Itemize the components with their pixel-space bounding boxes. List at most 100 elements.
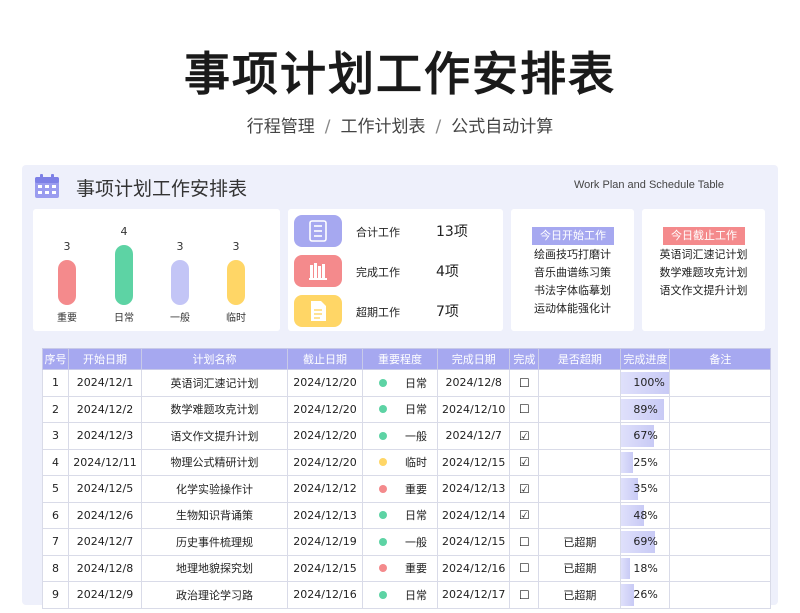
- done-checkbox-cell: ☐: [509, 395, 540, 423]
- column-header[interactable]: 完成日期: [436, 348, 511, 370]
- done-checkbox[interactable]: ☐: [519, 561, 530, 575]
- row-number: 2: [42, 395, 69, 423]
- progress-value: 100%: [633, 376, 665, 390]
- progress-cell: 69%: [620, 528, 671, 556]
- done-checkbox[interactable]: ☑: [519, 455, 530, 469]
- note-cell[interactable]: [669, 448, 772, 476]
- importance-label: 重要: [405, 562, 427, 576]
- done-checkbox[interactable]: ☑: [519, 482, 530, 496]
- main-title: 事项计划工作安排表: [184, 47, 616, 101]
- done-checkbox-cell: ☐: [509, 528, 540, 556]
- plan-name: 语文作文提升计划: [141, 422, 288, 450]
- progress-cell: 18%: [620, 554, 671, 582]
- due-date: 2024/12/12: [287, 475, 363, 503]
- column-header[interactable]: 截止日期: [287, 348, 363, 370]
- note-cell[interactable]: [669, 554, 772, 582]
- table-row[interactable]: 5 2024/12/5 化学实验操作计 2024/12/12 重要 2024/12/13 ☑…: [42, 475, 772, 503]
- done-checkbox[interactable]: ☑: [519, 429, 530, 443]
- importance-cell: 重要: [362, 475, 438, 503]
- importance-label: 重要: [405, 482, 427, 496]
- done-checkbox[interactable]: ☐: [519, 588, 530, 602]
- plan-name: 化学实验操作计: [141, 475, 288, 503]
- completion-date: 2024/12/8: [436, 369, 511, 397]
- table-row[interactable]: 4 2024/12/11 物理公式精研计划 2024/12/20 临时 2024/12/1…: [42, 448, 772, 476]
- table-row[interactable]: 2 2024/12/2 数学难题攻克计划 2024/12/20 日常 2024/12/10…: [42, 395, 772, 423]
- completion-date: 2024/12/17: [436, 581, 511, 609]
- column-header[interactable]: 完成: [509, 348, 540, 370]
- note-cell[interactable]: [669, 395, 772, 423]
- importance-cell: 日常: [362, 501, 438, 529]
- table-row[interactable]: 8 2024/12/8 地理地貌探究划 2024/12/15 重要 2024/12/16 ☐…: [42, 554, 772, 582]
- progress-cell: 89%: [620, 395, 671, 423]
- table-row[interactable]: 1 2024/12/1 英语词汇速记计划 2024/12/20 日常 2024/12/8 ☐…: [42, 369, 772, 397]
- column-header[interactable]: 是否超期: [538, 348, 622, 370]
- subtitle-part-2: 工作计划表: [340, 117, 426, 137]
- table-row[interactable]: 7 2024/12/7 历史事件梳理规 2024/12/19 一般 2024/12/15 ☐…: [42, 528, 772, 556]
- table-row[interactable]: 6 2024/12/6 生物知识背诵策 2024/12/13 日常 2024/12/14 ☑…: [42, 501, 772, 529]
- start-date: 2024/12/5: [68, 475, 142, 503]
- plan-name: 地理地貌探究划: [141, 554, 288, 582]
- start-date: 2024/12/9: [68, 581, 142, 609]
- bar-category-label: 日常: [114, 313, 134, 324]
- status-dot: [379, 405, 387, 414]
- progress-cell: 67%: [620, 422, 671, 450]
- column-header[interactable]: 完成进度: [620, 348, 671, 370]
- row-number: 4: [42, 448, 69, 476]
- start-date: 2024/12/7: [68, 528, 142, 556]
- schedule-panel: 事项计划工作安排表 Work Plan and Schedule Table 3…: [22, 165, 778, 609]
- schedule-table: 序号 开始日期 计划名称 截止日期 重要程度 完成日期 完成 是否超期 完成进度 备注 1 2024…: [42, 348, 772, 609]
- note-cell[interactable]: [669, 369, 772, 397]
- importance-cell: 日常: [362, 369, 438, 397]
- row-number: 7: [42, 528, 69, 556]
- due-date: 2024/12/13: [287, 501, 363, 529]
- column-header[interactable]: 序号: [42, 348, 69, 370]
- table-row[interactable]: 9 2024/12/9 政治理论学习路 2024/12/16 日常 2024/12/17 ☐…: [42, 581, 772, 609]
- note-cell[interactable]: [669, 422, 772, 450]
- progress-value: 89%: [633, 402, 658, 416]
- stat-value: 7项: [436, 304, 459, 320]
- progress-value: 35%: [633, 482, 658, 496]
- overdue-status: [538, 395, 622, 423]
- bar-category-label: 重要: [57, 313, 77, 324]
- list-item: 英语词汇速记计划: [659, 248, 748, 261]
- note-cell[interactable]: [669, 475, 772, 503]
- books-icon: [294, 255, 342, 287]
- today-due-card: 今日截止工作 英语词汇速记计划 数学难题攻克计划 语文作文提升计划: [642, 209, 765, 331]
- status-dot: [379, 458, 387, 467]
- completion-date: 2024/12/16: [436, 554, 511, 582]
- done-checkbox-cell: ☑: [509, 501, 540, 529]
- done-checkbox[interactable]: ☐: [519, 402, 530, 416]
- note-cell[interactable]: [669, 528, 772, 556]
- done-checkbox-cell: ☑: [509, 448, 540, 476]
- done-checkbox[interactable]: ☐: [519, 535, 530, 549]
- done-checkbox[interactable]: ☑: [519, 508, 530, 522]
- today-due-title: 今日截止工作: [663, 227, 745, 245]
- status-dot: [379, 564, 387, 573]
- note-cell[interactable]: [669, 581, 772, 609]
- status-dot: [379, 511, 387, 520]
- column-header[interactable]: 开始日期: [68, 348, 142, 370]
- bar-category-label: 临时: [226, 313, 246, 324]
- bar-category-label: 一般: [170, 313, 190, 324]
- stat-label: 完成工作: [356, 266, 400, 279]
- column-header[interactable]: 计划名称: [141, 348, 288, 370]
- list-item: 书法字体临摹划: [534, 284, 611, 297]
- column-header[interactable]: 重要程度: [362, 348, 438, 370]
- progress-value: 25%: [633, 455, 658, 469]
- subtitle-part-3: 公式自动计算: [451, 117, 554, 137]
- plan-name: 物理公式精研计划: [141, 448, 288, 476]
- done-checkbox-cell: ☐: [509, 581, 540, 609]
- due-date: 2024/12/19: [287, 528, 363, 556]
- category-bar-chart: 3 重要 4 日常 3 一般 3 临时: [33, 209, 280, 331]
- overdue-status: 已超期: [538, 581, 622, 609]
- note-cell[interactable]: [669, 501, 772, 529]
- table-header-row: 序号 开始日期 计划名称 截止日期 重要程度 完成日期 完成 是否超期 完成进度 备注: [42, 348, 772, 370]
- bar-value-label: 3: [63, 240, 71, 253]
- table-row[interactable]: 3 2024/12/3 语文作文提升计划 2024/12/20 一般 2024/12/7 ☑…: [42, 422, 772, 450]
- progress-value: 18%: [633, 561, 658, 575]
- stat-label: 超期工作: [356, 306, 400, 319]
- stat-value: 4项: [436, 264, 459, 280]
- done-checkbox[interactable]: ☐: [519, 376, 530, 390]
- column-header[interactable]: 备注: [669, 348, 772, 370]
- document-icon: [294, 295, 342, 327]
